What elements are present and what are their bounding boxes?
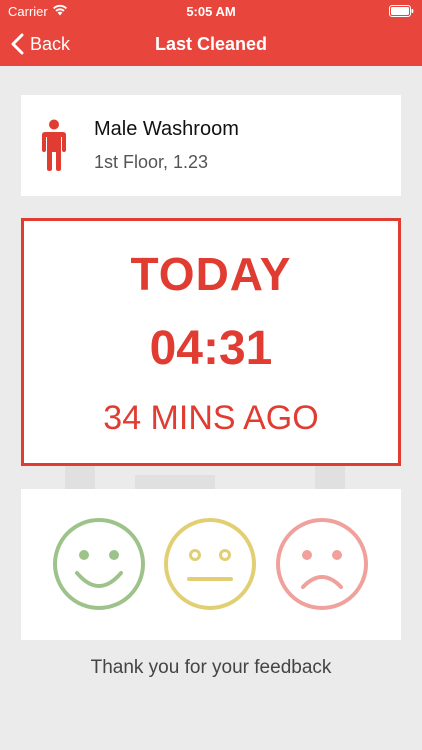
cleaned-day: TODAY (130, 248, 292, 300)
feedback-thanks: Thank you for your feedback (90, 657, 332, 678)
navigation-bar: Back Last Cleaned (0, 22, 422, 66)
sad-face-icon[interactable] (275, 517, 369, 611)
status-time: 5:05 AM (186, 4, 236, 19)
male-person-icon (42, 119, 66, 171)
status-bar: Carrier 5:05 AM (0, 0, 422, 22)
cleaned-time: 04:31 (149, 322, 273, 375)
page-title: Last Cleaned (154, 34, 268, 54)
location-detail: 1st Floor, 1.23 (94, 152, 209, 172)
location-name: Male Washroom (94, 118, 239, 140)
feedback-card (21, 489, 401, 640)
location-card: Male Washroom 1st Floor, 1.23 (21, 95, 401, 196)
cleaned-ago: 34 MINS AGO (103, 399, 319, 437)
neutral-face-icon[interactable] (163, 517, 257, 611)
battery-icon (389, 5, 414, 17)
last-cleaned-panel: TODAY 04:31 34 MINS AGO (21, 218, 401, 466)
happy-face-icon[interactable] (52, 517, 146, 611)
